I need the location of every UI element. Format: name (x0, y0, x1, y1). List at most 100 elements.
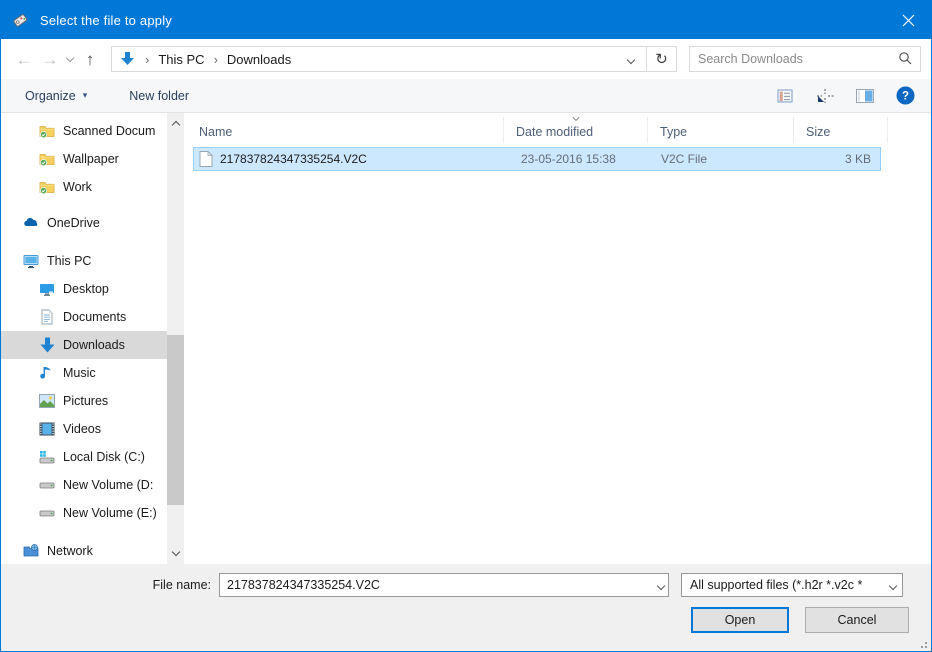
column-header-type[interactable]: Type (648, 117, 794, 143)
recent-locations-dropdown[interactable] (63, 46, 77, 72)
file-name-row: File name: All supported files (*.h2r *.… (1, 573, 931, 597)
dialog-footer: File name: All supported files (*.h2r *.… (1, 564, 931, 651)
search-input[interactable] (698, 52, 898, 66)
sidebar-item-new-volume-d[interactable]: New Volume (D: (1, 471, 167, 499)
new-folder-button[interactable]: New folder (129, 89, 189, 103)
resize-grip[interactable] (917, 638, 927, 648)
sidebar-item-videos[interactable]: Videos (1, 415, 167, 443)
sidebar-item-label: OneDrive (47, 216, 100, 230)
refresh-button[interactable]: ↻ (647, 46, 677, 72)
onedrive-cloud-icon (23, 215, 39, 231)
sidebar-item-label: Local Disk (C:) (63, 450, 145, 464)
sidebar-item-downloads[interactable]: Downloads (1, 331, 167, 359)
organize-label: Organize (25, 89, 76, 103)
file-icon (199, 151, 213, 167)
synced-folder-icon (39, 123, 55, 139)
drive-icon (39, 505, 55, 521)
sidebar-scrollbar[interactable] (167, 113, 184, 564)
file-type-cell: V2C File (648, 152, 794, 166)
file-name-combobox[interactable] (219, 573, 669, 597)
computer-icon (23, 253, 39, 269)
column-headers: Name Date modified Type Size (187, 117, 931, 143)
back-button[interactable]: ← (11, 46, 37, 72)
sidebar-item-local-disk-c[interactable]: Local Disk (C:) (1, 443, 167, 471)
sidebar-item-wallpaper[interactable]: Wallpaper (1, 145, 167, 173)
sidebar-item-label: New Volume (E:) (63, 506, 157, 520)
synced-folder-icon (39, 179, 55, 195)
breadcrumb-downloads[interactable]: Downloads (225, 52, 293, 67)
sidebar-item-this-pc[interactable]: This PC (1, 247, 167, 275)
preview-pane-icon[interactable] (853, 84, 877, 108)
column-header-name[interactable]: Name (187, 117, 504, 143)
window-title: Select the file to apply (40, 13, 172, 28)
open-button[interactable]: Open (691, 607, 789, 633)
main-area: Scanned Docum Wallpaper Work OneDrive (1, 113, 931, 564)
downloads-folder-icon (118, 51, 136, 67)
close-button[interactable] (885, 1, 931, 39)
column-header-date-modified[interactable]: Date modified (504, 117, 648, 143)
music-note-icon (39, 365, 55, 381)
search-box[interactable] (689, 46, 921, 72)
file-open-dialog: Select the file to apply ← → ↑ › This PC… (0, 0, 932, 652)
sidebar-item-label: Pictures (63, 394, 108, 408)
up-button[interactable]: ↑ (77, 46, 103, 72)
title-bar: Select the file to apply (1, 1, 931, 39)
sidebar-item-label: This PC (47, 254, 91, 268)
new-folder-label: New folder (129, 89, 189, 103)
scroll-down-icon[interactable] (167, 545, 184, 562)
views-dropdown-icon[interactable] (813, 84, 837, 108)
file-size-cell: 3 KB (794, 152, 880, 166)
chevron-down-icon (890, 578, 896, 592)
file-row[interactable]: 217837824347335254.V2C 23-05-2016 15:38 … (193, 147, 881, 171)
help-button[interactable]: ? (893, 84, 917, 108)
sidebar-item-network[interactable]: Network (1, 537, 167, 564)
sidebar-item-new-volume-e[interactable]: New Volume (E:) (1, 499, 167, 527)
document-icon (39, 309, 55, 325)
chevron-down-icon: ▾ (83, 90, 88, 101)
breadcrumb-separator: › (138, 52, 156, 67)
column-header-size[interactable]: Size (794, 117, 888, 143)
system-drive-icon (39, 449, 55, 465)
search-icon (898, 51, 912, 68)
column-label: Size (806, 125, 830, 139)
sidebar-item-label: Downloads (63, 338, 125, 352)
file-name-input[interactable] (227, 578, 658, 592)
scroll-up-icon[interactable] (167, 115, 184, 132)
sidebar-item-documents[interactable]: Documents (1, 303, 167, 331)
file-name-cell: 217837824347335254.V2C (194, 151, 504, 167)
breadcrumb-this-pc[interactable]: This PC (156, 52, 206, 67)
sidebar-item-scanned-documents[interactable]: Scanned Docum (1, 117, 167, 145)
sidebar-item-label: Videos (63, 422, 101, 436)
chevron-down-icon[interactable] (658, 578, 664, 592)
column-label: Type (660, 125, 687, 139)
sidebar-item-onedrive[interactable]: OneDrive (1, 209, 167, 237)
column-label: Name (199, 125, 232, 139)
hasp-key-icon (10, 10, 30, 30)
address-bar[interactable]: › This PC › Downloads (111, 46, 647, 72)
file-name-text: 217837824347335254.V2C (220, 152, 367, 166)
sidebar-item-music[interactable]: Music (1, 359, 167, 387)
network-icon (23, 543, 39, 559)
sidebar-item-label: Scanned Docum (63, 124, 155, 138)
sidebar-item-pictures[interactable]: Pictures (1, 387, 167, 415)
forward-button[interactable]: → (37, 46, 63, 72)
cancel-button[interactable]: Cancel (805, 607, 909, 633)
toolbar-right-icons: ? (773, 84, 917, 108)
navigation-pane: Scanned Docum Wallpaper Work OneDrive (1, 113, 187, 564)
file-type-dropdown[interactable]: All supported files (*.h2r *.v2c * (681, 573, 903, 597)
drive-icon (39, 477, 55, 493)
scrollbar-thumb[interactable] (167, 335, 184, 505)
sidebar-item-label: Music (63, 366, 96, 380)
sidebar-item-desktop[interactable]: Desktop (1, 275, 167, 303)
sidebar-item-label: New Volume (D: (63, 478, 153, 492)
address-dropdown-icon[interactable] (620, 52, 642, 66)
file-name-label: File name: (1, 578, 219, 592)
organize-button[interactable]: Organize ▾ (25, 89, 87, 103)
button-row: Open Cancel (691, 607, 909, 633)
downloads-icon (39, 337, 55, 353)
sidebar-item-work[interactable]: Work (1, 173, 167, 201)
details-view-icon[interactable] (773, 84, 797, 108)
sidebar-item-label: Network (47, 544, 93, 558)
file-list: Name Date modified Type Size (187, 113, 931, 564)
file-rows: 217837824347335254.V2C 23-05-2016 15:38 … (187, 143, 931, 564)
